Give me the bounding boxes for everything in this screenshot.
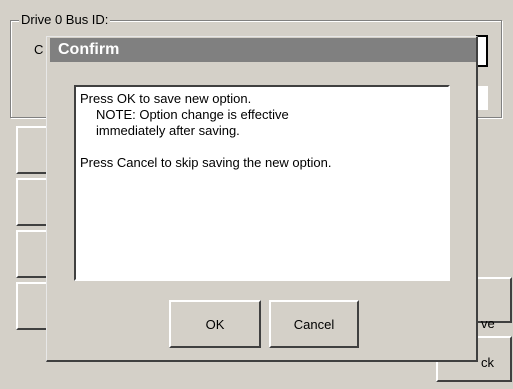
bus-id-value-fragment: C	[34, 42, 44, 57]
message-spacer	[80, 139, 448, 155]
confirm-dialog: Confirm Press OK to save new option. NOT…	[46, 36, 478, 362]
dialog-titlebar[interactable]: Confirm	[50, 38, 476, 62]
message-line-1: Press OK to save new option.	[80, 91, 252, 106]
dialog-title: Confirm	[58, 41, 120, 58]
background-save-label: ve	[481, 316, 495, 331]
background-back-label: ck	[481, 355, 494, 370]
drive-bus-id-label: Drive 0 Bus ID:	[19, 10, 111, 30]
message-box: Press OK to save new option. NOTE: Optio…	[74, 85, 450, 281]
ok-button[interactable]: OK	[169, 300, 261, 348]
message-note-line: NOTE: Option change is effective	[96, 107, 289, 122]
cancel-button[interactable]: Cancel	[269, 300, 359, 348]
message-note-line-2: immediately after saving.	[96, 123, 240, 138]
message-cancel-line: Press Cancel to skip saving the new opti…	[80, 155, 332, 170]
